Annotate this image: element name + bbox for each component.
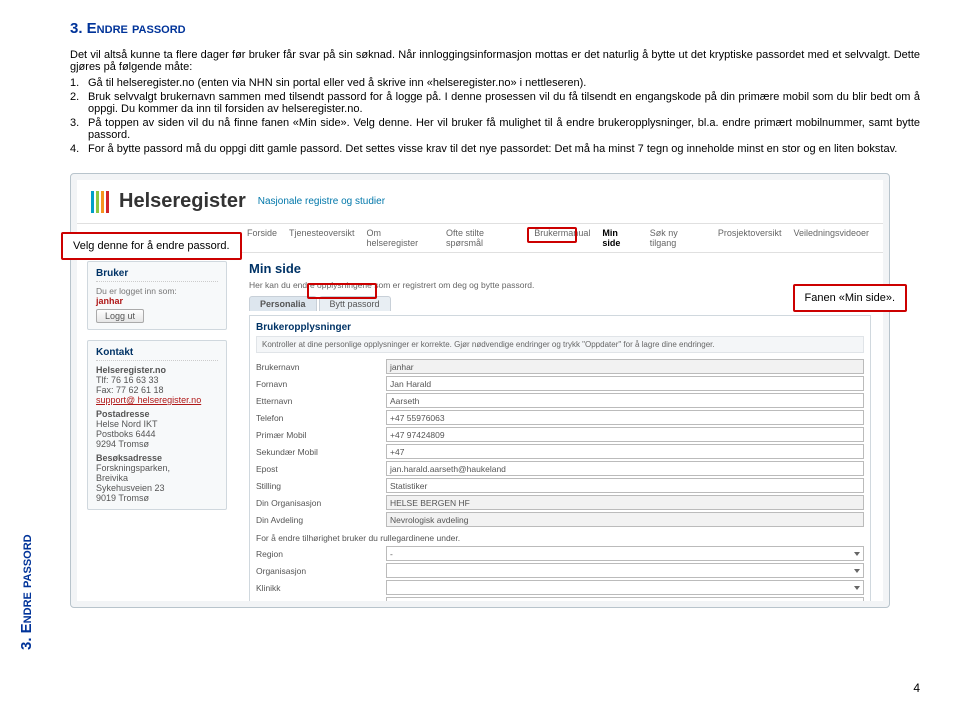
post-heading: Postadresse — [96, 409, 218, 419]
tab-personalia[interactable]: Personalia — [249, 296, 317, 311]
field-input[interactable]: jan.harald.aarseth@haukeland — [386, 461, 864, 476]
field-value: Nevrologisk avdeling — [386, 512, 864, 527]
logo-text: Helseregister — [119, 190, 246, 213]
panel-note: Kontroller at dine personlige opplysning… — [256, 336, 864, 353]
field-label: Brukernavn — [256, 362, 386, 372]
select-avdeling[interactable] — [386, 597, 864, 601]
field-label: Epost — [256, 464, 386, 474]
callout-min-side-tab: Fanen «Min side». — [793, 284, 908, 312]
visit-line: Sykehusveien 23 — [96, 483, 218, 493]
select-label: Klinikk — [256, 583, 386, 593]
field-value: janhar — [386, 359, 864, 374]
nav-item[interactable]: Søk ny tilgang — [650, 228, 706, 248]
select-organisasjon[interactable] — [386, 563, 864, 578]
contact-fax: Fax: 77 62 61 18 — [96, 385, 218, 395]
contact-name: Helseregister.no — [96, 365, 218, 375]
side-section-label: 3. Endre passord — [18, 534, 35, 650]
select-label: Avdeling — [256, 600, 386, 602]
form-panel: Brukeropplysninger Kontroller at dine pe… — [249, 315, 871, 601]
select-region[interactable]: - — [386, 546, 864, 561]
field-label: Primær Mobil — [256, 430, 386, 440]
user-box: Bruker Du er logget inn som: janhar Logg… — [87, 261, 227, 330]
post-line: 9294 Tromsø — [96, 439, 218, 449]
field-label: Din Avdeling — [256, 515, 386, 525]
logout-button[interactable]: Logg ut — [96, 309, 144, 323]
panel-title: Brukeropplysninger — [256, 322, 864, 333]
visit-line: Breivika — [96, 473, 218, 483]
logo-icon — [91, 191, 109, 213]
contact-title: Kontakt — [96, 347, 218, 361]
nav-item[interactable]: Prosjektoversikt — [718, 228, 782, 248]
field-input[interactable]: Aarseth — [386, 393, 864, 408]
field-value: HELSE BERGEN HF — [386, 495, 864, 510]
step-text: På toppen av siden vil du nå finne fanen… — [88, 117, 920, 141]
page-title: Min side — [249, 261, 871, 276]
callout-change-password: Velg denne for å endre passord. — [61, 232, 242, 260]
logged-in-label: Du er logget inn som: — [96, 286, 218, 296]
nav-item[interactable]: Forside — [247, 228, 277, 248]
field-input[interactable]: +47 — [386, 444, 864, 459]
step-text: Bruk selvvalgt brukernavn sammen med til… — [88, 91, 920, 115]
highlight-bytt-passord-tab — [307, 283, 377, 299]
field-input[interactable]: +47 97424809 — [386, 427, 864, 442]
field-label: Sekundær Mobil — [256, 447, 386, 457]
field-input[interactable]: Statistiker — [386, 478, 864, 493]
step-text: For å bytte passord må du oppgi ditt gam… — [88, 143, 897, 155]
steps-list: 1.Gå til helseregister.no (enten via NHN… — [70, 77, 920, 155]
visit-heading: Besøksadresse — [96, 453, 218, 463]
nav-item[interactable]: Veiledningsvideoer — [793, 228, 869, 248]
select-klinikk[interactable] — [386, 580, 864, 595]
highlight-min-side-tab — [527, 227, 577, 243]
field-label: Din Organisasjon — [256, 498, 386, 508]
post-line: Helse Nord IKT — [96, 419, 218, 429]
field-label: Telefon — [256, 413, 386, 423]
section-heading: 3. Endre passord — [70, 20, 920, 37]
logged-in-user: janhar — [96, 296, 218, 306]
field-label: Etternavn — [256, 396, 386, 406]
intro-paragraph: Det vil altså kunne ta flere dager før b… — [70, 49, 920, 73]
contact-box: Kontakt Helseregister.no Tlf: 76 16 63 3… — [87, 340, 227, 510]
affiliation-note: For å endre tilhørighet bruker du rulleg… — [256, 533, 864, 543]
post-line: Postboks 6444 — [96, 429, 218, 439]
field-label: Stilling — [256, 481, 386, 491]
contact-email[interactable]: support@ helseregister.no — [96, 395, 218, 405]
select-label: Organisasjon — [256, 566, 386, 576]
nav-item[interactable]: Om helseregister — [367, 228, 434, 248]
nav-item[interactable]: Ofte stilte spørsmål — [446, 228, 522, 248]
field-input[interactable]: +47 55976063 — [386, 410, 864, 425]
screenshot-frame: Velg denne for å endre passord. Fanen «M… — [70, 173, 890, 608]
nav-item[interactable]: Tjenesteoversikt — [289, 228, 355, 248]
step-text: Gå til helseregister.no (enten via NHN s… — [88, 77, 586, 89]
logo-subtitle: Nasjonale registre og studier — [258, 196, 385, 207]
contact-phone: Tlf: 76 16 63 33 — [96, 375, 218, 385]
field-input[interactable]: Jan Harald — [386, 376, 864, 391]
select-label: Region — [256, 549, 386, 559]
field-label: Fornavn — [256, 379, 386, 389]
site-header: Helseregister Nasjonale registre og stud… — [77, 180, 883, 224]
page-number: 4 — [913, 681, 920, 695]
visit-line: Forskningsparken, — [96, 463, 218, 473]
visit-line: 9019 Tromsø — [96, 493, 218, 503]
nav-item-min-side[interactable]: Min side — [602, 228, 637, 248]
user-box-title: Bruker — [96, 268, 218, 282]
